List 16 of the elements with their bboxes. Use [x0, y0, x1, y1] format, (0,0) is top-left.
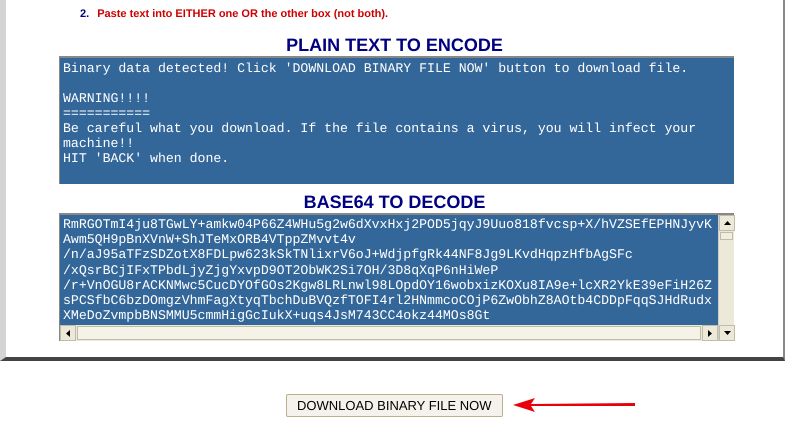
instruction-text: Paste text into EITHER one OR the other box (not both). — [97, 8, 388, 20]
vertical-scrollbar[interactable] — [718, 215, 734, 341]
horizontal-scrollbar[interactable] — [60, 325, 718, 341]
text-area[interactable]: RmRGOTmI4ju8TGwLY+amkw04P66Z4WHu5g2w6dXvxHxj2POD5jqyJ9Uuo818fvcsp+X/hVZSEfEPHNJyvK Awm5QH9pBnXVnW+ShJTeMxORB4VTppZMvvt4v /n/aJ95aTFzSDZotX8FDLpw623kSkTNlixrV6oJ+WdjpfgRk44NF8Jg9LKvdHqpzHfbAgSFc /xQsrBCjIFxTPbdLjyZjgYxvpD9OT2ObWK2Si7OH/3D8qXqP6nHiWeP /r+VnOGU8rACKNMwc5CucDYOfGOs2Kgw8LRLnwl98LOpdOY16wobxizKOXu8IA9e+lcXR2YkE39eFiH26Z sPCSfbC6bzDOmgzVhmFagXtyqTbchDuBVQzfTOFI4rl2HNmmcoCOjP6ZwObhZ8AOtb4CDDpFqqSJHdRudx XMeDoZvmpbBNSMMU5cmmHigGcIukX+uqs4JsM743CC4okz44MOs8Gt — [59, 213, 734, 341]
scroll-down-icon[interactable] — [724, 331, 730, 335]
scroll-up-icon[interactable] — [724, 221, 730, 225]
scroll-left-icon[interactable] — [66, 330, 70, 336]
section-heading: PLAIN TEXT TO ENCODE — [285, 34, 504, 56]
scroll-thumb[interactable] — [77, 326, 701, 340]
step-number: 2. — [80, 8, 90, 20]
scroll-right-icon[interactable] — [708, 330, 712, 336]
scroll-thumb[interactable] — [720, 232, 733, 240]
arrow-icon — [512, 398, 635, 412]
download-button[interactable]: DOWNLOAD BINARY FILE NOW — [286, 394, 503, 417]
section-heading: BASE64 TO DECODE — [302, 191, 486, 213]
text-area[interactable]: Binary data detected! Click 'DOWNLOAD BINARY FILE NOW' button to download file. WARNING!!!! =========== Be careful what you download. If the file contains a virus, you will infect your machine!! HIT 'BACK' when done. — [59, 56, 734, 184]
